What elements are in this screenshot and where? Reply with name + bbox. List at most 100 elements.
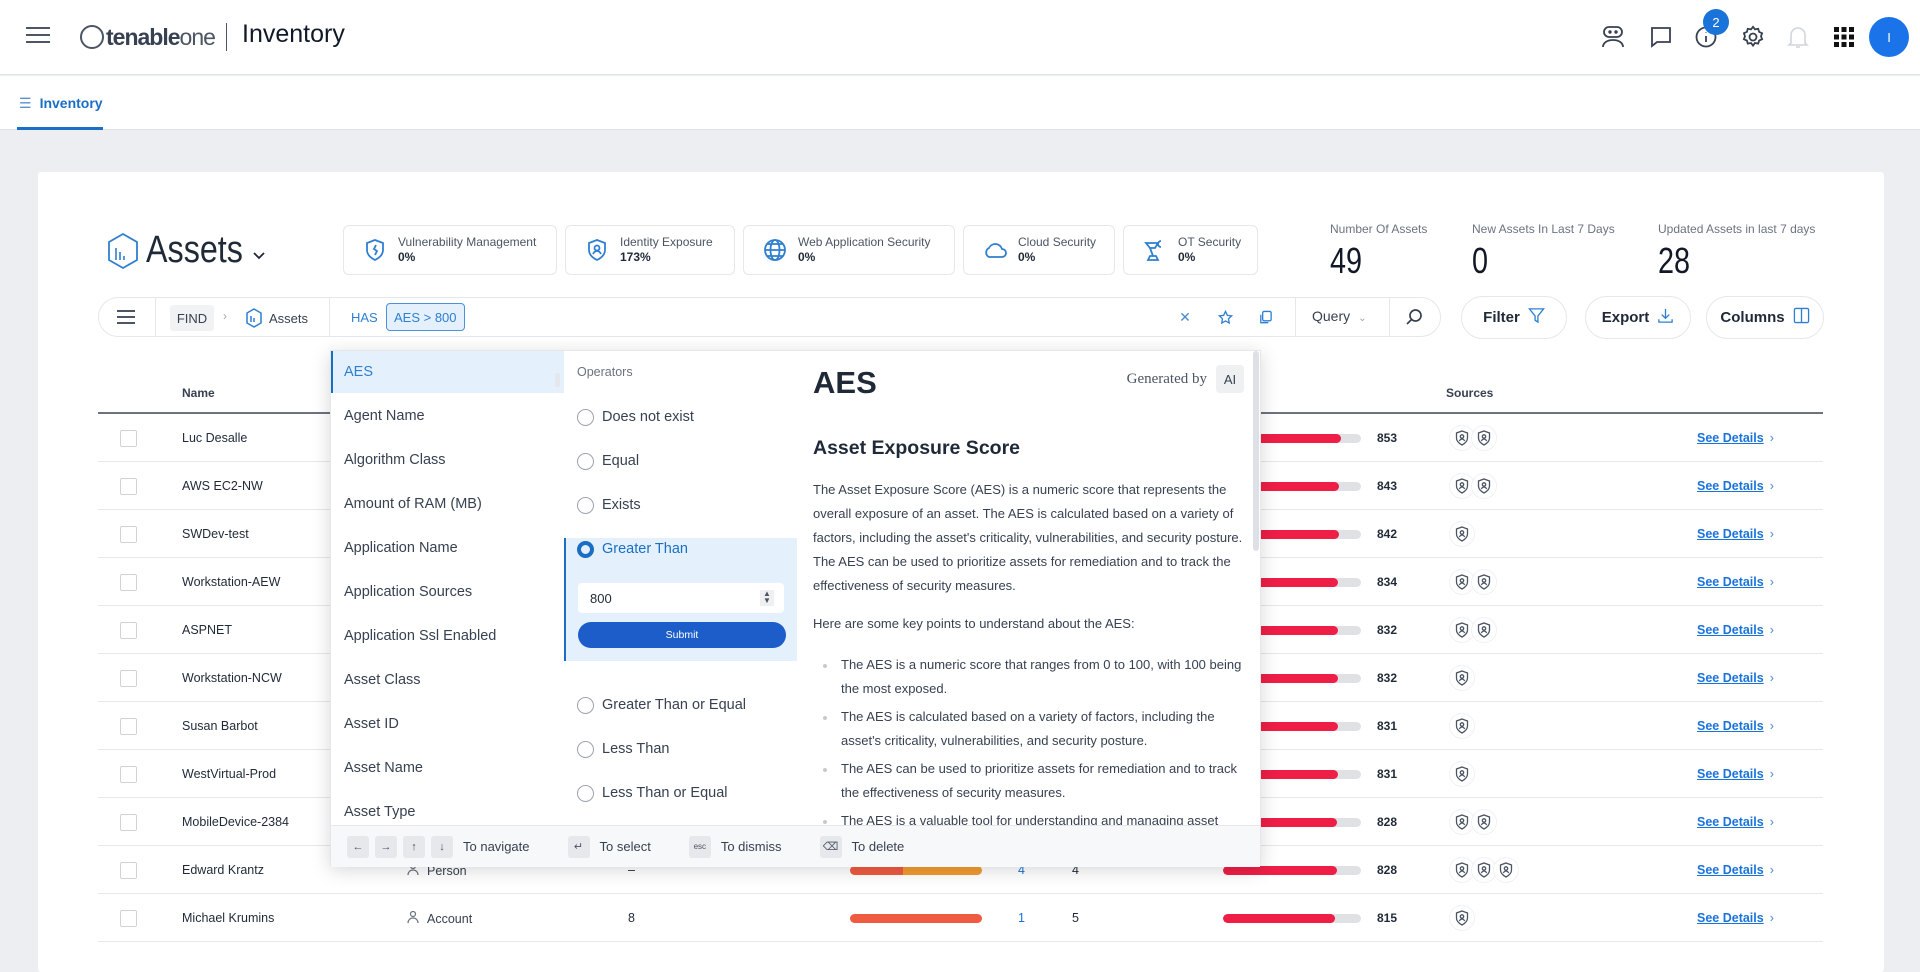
chip-label: Identity Exposure — [620, 235, 713, 249]
cell-link-value[interactable]: 1 — [1018, 911, 1025, 925]
see-details-link[interactable]: See Details › — [1697, 719, 1774, 733]
chip-vulnerability-management[interactable]: Vulnerability Management 0% — [343, 225, 557, 275]
number-stepper[interactable]: ▲ ▼ — [760, 590, 774, 606]
column-header-sources[interactable]: Sources — [1446, 386, 1493, 400]
query-filter-tag[interactable]: AES > 800 — [386, 303, 465, 331]
query-menu-icon[interactable] — [117, 310, 135, 324]
table-row[interactable]: Michael Krumins Account 8 1 5 815 See Det… — [98, 894, 1823, 942]
see-details-link[interactable]: See Details › — [1697, 767, 1774, 781]
attribute-option[interactable]: Application Name — [331, 527, 564, 569]
user-avatar[interactable]: I — [1869, 17, 1909, 57]
attribute-option[interactable]: Application Sources — [331, 571, 564, 613]
asset-name[interactable]: Workstation-NCW — [182, 671, 282, 685]
see-details-link[interactable]: See Details › — [1697, 911, 1774, 925]
row-checkbox[interactable] — [120, 478, 137, 495]
assistant-icon[interactable] — [1598, 22, 1628, 52]
operator-option[interactable]: Equal — [564, 441, 797, 481]
operator-option[interactable]: Exists — [564, 485, 797, 525]
column-header-name[interactable]: Name — [182, 386, 215, 400]
row-checkbox[interactable] — [120, 814, 137, 831]
radio-button[interactable] — [577, 784, 594, 802]
star-icon[interactable] — [1215, 307, 1235, 327]
asset-name[interactable]: MobileDevice-2384 — [182, 815, 289, 829]
chip-label: Vulnerability Management — [398, 235, 537, 249]
export-button[interactable]: Export — [1585, 296, 1691, 339]
operator-option[interactable]: Less Than or Equal — [564, 773, 797, 813]
asset-type-selector[interactable]: Assets — [106, 229, 266, 272]
see-details-link[interactable]: See Details › — [1697, 527, 1774, 541]
attribute-option[interactable]: Agent Name — [331, 395, 564, 437]
row-checkbox[interactable] — [120, 718, 137, 735]
see-details-link[interactable]: See Details › — [1697, 863, 1774, 877]
asset-name[interactable]: Michael Krumins — [182, 911, 274, 925]
attribute-option[interactable]: Asset Class — [331, 659, 564, 701]
asset-name[interactable]: Susan Barbot — [182, 719, 258, 733]
asset-name[interactable]: Luc Desalle — [182, 431, 247, 445]
asset-name[interactable]: ASPNET — [182, 623, 232, 637]
operator-option[interactable]: Greater Than — [564, 529, 797, 569]
radio-button[interactable] — [577, 740, 594, 758]
apps-grid-icon[interactable] — [1829, 22, 1859, 52]
operator-option[interactable]: Less Than — [564, 729, 797, 769]
tab-inventory[interactable]: ☰ Inventory — [17, 76, 103, 130]
radio-button[interactable] — [577, 696, 594, 714]
operator-option[interactable]: Greater Than or Equal — [564, 685, 797, 725]
radio-button[interactable] — [577, 408, 594, 426]
chip-ot-security[interactable]: OT Security 0% — [1123, 225, 1258, 275]
row-checkbox[interactable] — [120, 430, 137, 447]
row-checkbox[interactable] — [120, 766, 137, 783]
tenable-one-logo[interactable]: tenableone — [80, 20, 216, 54]
filter-label: Filter — [1483, 309, 1520, 326]
row-checkbox[interactable] — [120, 526, 137, 543]
query-object[interactable]: Assets — [245, 308, 308, 328]
row-checkbox[interactable] — [120, 670, 137, 687]
filter-button[interactable]: Filter — [1461, 296, 1567, 339]
columns-button[interactable]: Columns — [1706, 296, 1824, 339]
attribute-option[interactable]: Amount of RAM (MB) — [331, 483, 564, 525]
value-number-input[interactable]: 800 ▲ ▼ — [578, 583, 784, 613]
see-details-link[interactable]: See Details › — [1697, 479, 1774, 493]
search-icon[interactable] — [1404, 307, 1424, 327]
attribute-option[interactable]: Asset Type — [331, 791, 564, 825]
submit-button[interactable]: Submit — [578, 622, 786, 648]
asset-name[interactable]: SWDev-test — [182, 527, 249, 541]
radio-button[interactable] — [577, 452, 594, 470]
copy-icon[interactable] — [1255, 307, 1275, 327]
asset-name[interactable]: Edward Krantz — [182, 863, 264, 877]
attribute-option[interactable]: Asset ID — [331, 703, 564, 745]
clear-query-icon[interactable]: ✕ — [1175, 307, 1195, 327]
see-details-link[interactable]: See Details › — [1697, 671, 1774, 685]
asset-name[interactable]: AWS EC2-NW — [182, 479, 263, 493]
attribute-option[interactable]: Application Ssl Enabled — [331, 615, 564, 657]
asset-name[interactable]: Workstation-AEW — [182, 575, 280, 589]
aes-value: 842 — [1377, 527, 1398, 541]
see-details-link[interactable]: See Details › — [1697, 815, 1774, 829]
radio-button[interactable] — [577, 496, 594, 514]
bell-icon[interactable] — [1783, 22, 1813, 52]
operator-option[interactable]: Does not exist — [564, 397, 797, 437]
radio-button[interactable] — [577, 540, 594, 558]
see-details-link[interactable]: See Details › — [1697, 623, 1774, 637]
chip-web-application-security[interactable]: Web Application Security 0% — [743, 225, 955, 275]
operator-label: Less Than — [602, 741, 670, 757]
query-mode-dropdown[interactable]: Query ⌄ — [1312, 308, 1367, 324]
row-checkbox[interactable] — [120, 574, 137, 591]
see-details-link[interactable]: See Details › — [1697, 431, 1774, 445]
chip-value: 0% — [1178, 250, 1196, 264]
settings-gear-icon[interactable] — [1738, 22, 1768, 52]
description-scrollbar[interactable] — [1253, 351, 1259, 551]
chip-cloud-security[interactable]: Cloud Security 0% — [963, 225, 1115, 275]
attribute-option[interactable]: Algorithm Class — [331, 439, 564, 481]
attribute-option[interactable]: Asset Name — [331, 747, 564, 789]
see-details-link[interactable]: See Details › — [1697, 575, 1774, 589]
main-menu-icon[interactable] — [26, 27, 50, 45]
row-checkbox[interactable] — [120, 910, 137, 927]
row-checkbox[interactable] — [120, 622, 137, 639]
asset-name[interactable]: WestVirtual-Prod — [182, 767, 276, 781]
row-checkbox[interactable] — [120, 862, 137, 879]
chip-identity-exposure[interactable]: Identity Exposure 173% — [565, 225, 735, 275]
query-builder-popup: AES Agent Name Algorithm Class Amount of RA… — [330, 350, 1261, 867]
chat-icon[interactable] — [1646, 22, 1676, 52]
attribute-option[interactable]: AES — [331, 351, 564, 393]
attribute-list-scrollbar[interactable] — [555, 373, 560, 387]
